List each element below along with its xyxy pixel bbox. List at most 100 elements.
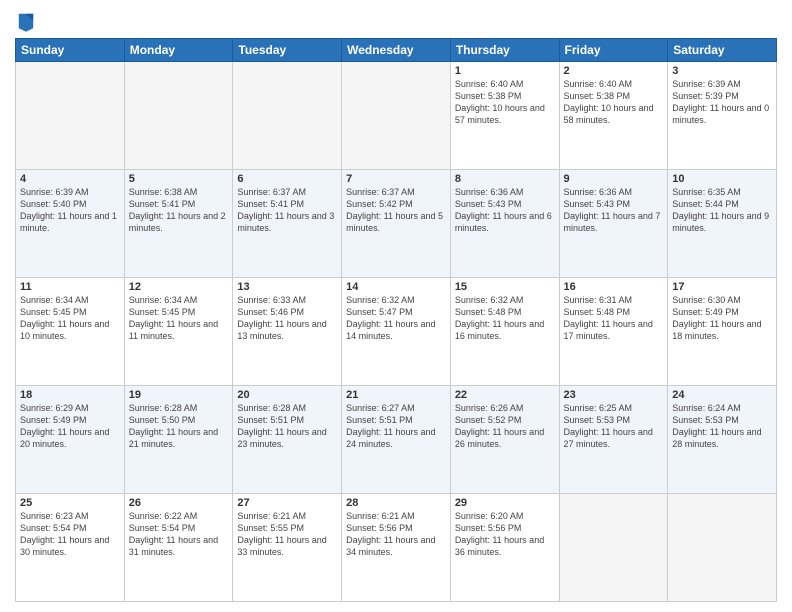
day-info: Sunrise: 6:40 AMSunset: 5:38 PMDaylight:…: [564, 78, 664, 127]
day-info: Sunrise: 6:24 AMSunset: 5:53 PMDaylight:…: [672, 402, 772, 451]
week-row-1: 4Sunrise: 6:39 AMSunset: 5:40 PMDaylight…: [16, 170, 777, 278]
day-info: Sunrise: 6:39 AMSunset: 5:40 PMDaylight:…: [20, 186, 120, 235]
day-info: Sunrise: 6:38 AMSunset: 5:41 PMDaylight:…: [129, 186, 229, 235]
day-cell: 3Sunrise: 6:39 AMSunset: 5:39 PMDaylight…: [668, 62, 777, 170]
day-cell: 17Sunrise: 6:30 AMSunset: 5:49 PMDayligh…: [668, 278, 777, 386]
calendar: SundayMondayTuesdayWednesdayThursdayFrid…: [15, 38, 777, 602]
day-info: Sunrise: 6:32 AMSunset: 5:48 PMDaylight:…: [455, 294, 555, 343]
day-number: 3: [672, 65, 772, 77]
day-info: Sunrise: 6:21 AMSunset: 5:55 PMDaylight:…: [237, 510, 337, 559]
day-cell: 6Sunrise: 6:37 AMSunset: 5:41 PMDaylight…: [233, 170, 342, 278]
day-cell: 16Sunrise: 6:31 AMSunset: 5:48 PMDayligh…: [559, 278, 668, 386]
day-info: Sunrise: 6:31 AMSunset: 5:48 PMDaylight:…: [564, 294, 664, 343]
day-cell: 20Sunrise: 6:28 AMSunset: 5:51 PMDayligh…: [233, 386, 342, 494]
day-info: Sunrise: 6:28 AMSunset: 5:50 PMDaylight:…: [129, 402, 229, 451]
day-cell: 9Sunrise: 6:36 AMSunset: 5:43 PMDaylight…: [559, 170, 668, 278]
day-cell: 18Sunrise: 6:29 AMSunset: 5:49 PMDayligh…: [16, 386, 125, 494]
day-cell: 4Sunrise: 6:39 AMSunset: 5:40 PMDaylight…: [16, 170, 125, 278]
day-cell: [342, 62, 451, 170]
day-number: 18: [20, 389, 120, 401]
day-info: Sunrise: 6:33 AMSunset: 5:46 PMDaylight:…: [237, 294, 337, 343]
day-number: 12: [129, 281, 229, 293]
week-row-0: 1Sunrise: 6:40 AMSunset: 5:38 PMDaylight…: [16, 62, 777, 170]
page: SundayMondayTuesdayWednesdayThursdayFrid…: [0, 0, 792, 612]
day-number: 23: [564, 389, 664, 401]
day-cell: 11Sunrise: 6:34 AMSunset: 5:45 PMDayligh…: [16, 278, 125, 386]
day-cell: 14Sunrise: 6:32 AMSunset: 5:47 PMDayligh…: [342, 278, 451, 386]
day-cell: 27Sunrise: 6:21 AMSunset: 5:55 PMDayligh…: [233, 494, 342, 602]
day-cell: [668, 494, 777, 602]
day-info: Sunrise: 6:29 AMSunset: 5:49 PMDaylight:…: [20, 402, 120, 451]
day-number: 4: [20, 173, 120, 185]
day-number: 22: [455, 389, 555, 401]
weekday-header-saturday: Saturday: [668, 39, 777, 62]
day-cell: 22Sunrise: 6:26 AMSunset: 5:52 PMDayligh…: [450, 386, 559, 494]
day-number: 2: [564, 65, 664, 77]
week-row-3: 18Sunrise: 6:29 AMSunset: 5:49 PMDayligh…: [16, 386, 777, 494]
day-info: Sunrise: 6:40 AMSunset: 5:38 PMDaylight:…: [455, 78, 555, 127]
day-number: 21: [346, 389, 446, 401]
day-cell: 8Sunrise: 6:36 AMSunset: 5:43 PMDaylight…: [450, 170, 559, 278]
day-number: 27: [237, 497, 337, 509]
weekday-header-friday: Friday: [559, 39, 668, 62]
day-info: Sunrise: 6:22 AMSunset: 5:54 PMDaylight:…: [129, 510, 229, 559]
day-number: 8: [455, 173, 555, 185]
day-cell: 15Sunrise: 6:32 AMSunset: 5:48 PMDayligh…: [450, 278, 559, 386]
weekday-header-tuesday: Tuesday: [233, 39, 342, 62]
day-cell: [233, 62, 342, 170]
day-info: Sunrise: 6:35 AMSunset: 5:44 PMDaylight:…: [672, 186, 772, 235]
day-info: Sunrise: 6:34 AMSunset: 5:45 PMDaylight:…: [20, 294, 120, 343]
day-cell: 2Sunrise: 6:40 AMSunset: 5:38 PMDaylight…: [559, 62, 668, 170]
logo: [15, 14, 35, 32]
day-number: 29: [455, 497, 555, 509]
day-number: 15: [455, 281, 555, 293]
day-number: 19: [129, 389, 229, 401]
day-info: Sunrise: 6:32 AMSunset: 5:47 PMDaylight:…: [346, 294, 446, 343]
day-number: 25: [20, 497, 120, 509]
day-cell: 28Sunrise: 6:21 AMSunset: 5:56 PMDayligh…: [342, 494, 451, 602]
day-cell: 12Sunrise: 6:34 AMSunset: 5:45 PMDayligh…: [124, 278, 233, 386]
weekday-header-sunday: Sunday: [16, 39, 125, 62]
day-number: 28: [346, 497, 446, 509]
weekday-header-row: SundayMondayTuesdayWednesdayThursdayFrid…: [16, 39, 777, 62]
day-number: 26: [129, 497, 229, 509]
weekday-header-thursday: Thursday: [450, 39, 559, 62]
day-info: Sunrise: 6:20 AMSunset: 5:56 PMDaylight:…: [455, 510, 555, 559]
day-number: 6: [237, 173, 337, 185]
day-cell: 1Sunrise: 6:40 AMSunset: 5:38 PMDaylight…: [450, 62, 559, 170]
day-cell: 23Sunrise: 6:25 AMSunset: 5:53 PMDayligh…: [559, 386, 668, 494]
day-cell: 25Sunrise: 6:23 AMSunset: 5:54 PMDayligh…: [16, 494, 125, 602]
day-cell: [16, 62, 125, 170]
day-info: Sunrise: 6:25 AMSunset: 5:53 PMDaylight:…: [564, 402, 664, 451]
day-cell: 29Sunrise: 6:20 AMSunset: 5:56 PMDayligh…: [450, 494, 559, 602]
day-number: 11: [20, 281, 120, 293]
day-cell: 7Sunrise: 6:37 AMSunset: 5:42 PMDaylight…: [342, 170, 451, 278]
weekday-header-wednesday: Wednesday: [342, 39, 451, 62]
day-info: Sunrise: 6:28 AMSunset: 5:51 PMDaylight:…: [237, 402, 337, 451]
day-cell: [559, 494, 668, 602]
day-number: 14: [346, 281, 446, 293]
day-number: 17: [672, 281, 772, 293]
day-info: Sunrise: 6:26 AMSunset: 5:52 PMDaylight:…: [455, 402, 555, 451]
day-info: Sunrise: 6:21 AMSunset: 5:56 PMDaylight:…: [346, 510, 446, 559]
day-info: Sunrise: 6:39 AMSunset: 5:39 PMDaylight:…: [672, 78, 772, 127]
week-row-4: 25Sunrise: 6:23 AMSunset: 5:54 PMDayligh…: [16, 494, 777, 602]
week-row-2: 11Sunrise: 6:34 AMSunset: 5:45 PMDayligh…: [16, 278, 777, 386]
day-info: Sunrise: 6:34 AMSunset: 5:45 PMDaylight:…: [129, 294, 229, 343]
day-info: Sunrise: 6:27 AMSunset: 5:51 PMDaylight:…: [346, 402, 446, 451]
day-number: 10: [672, 173, 772, 185]
day-cell: 5Sunrise: 6:38 AMSunset: 5:41 PMDaylight…: [124, 170, 233, 278]
day-cell: 10Sunrise: 6:35 AMSunset: 5:44 PMDayligh…: [668, 170, 777, 278]
day-cell: 19Sunrise: 6:28 AMSunset: 5:50 PMDayligh…: [124, 386, 233, 494]
day-number: 7: [346, 173, 446, 185]
header: [15, 10, 777, 32]
day-number: 9: [564, 173, 664, 185]
day-cell: 26Sunrise: 6:22 AMSunset: 5:54 PMDayligh…: [124, 494, 233, 602]
weekday-header-monday: Monday: [124, 39, 233, 62]
logo-icon: [17, 10, 35, 32]
day-number: 13: [237, 281, 337, 293]
day-info: Sunrise: 6:36 AMSunset: 5:43 PMDaylight:…: [455, 186, 555, 235]
day-info: Sunrise: 6:30 AMSunset: 5:49 PMDaylight:…: [672, 294, 772, 343]
day-number: 20: [237, 389, 337, 401]
day-number: 5: [129, 173, 229, 185]
